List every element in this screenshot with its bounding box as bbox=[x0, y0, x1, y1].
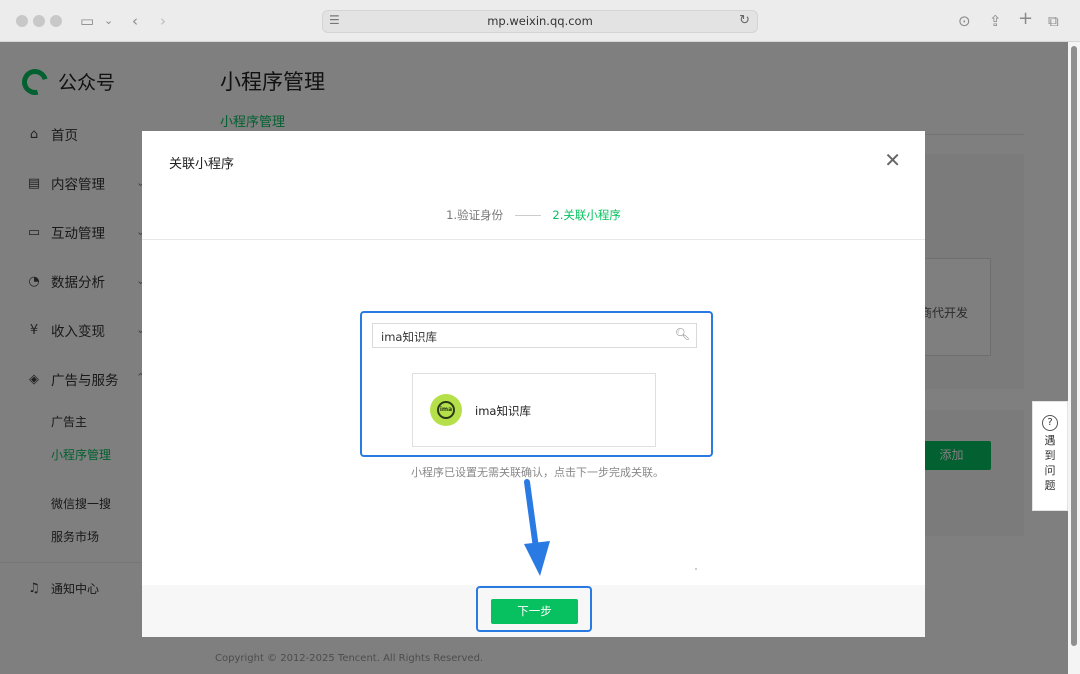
download-icon[interactable]: ⊙ bbox=[958, 11, 971, 31]
new-tab-icon[interactable]: + bbox=[1018, 9, 1033, 29]
help-float-button[interactable]: ? 遇到问题 bbox=[1032, 401, 1068, 511]
chevron-down-icon[interactable]: ⌄ bbox=[104, 11, 113, 31]
question-icon: ? bbox=[1042, 415, 1058, 431]
sidebar-toggle-icon[interactable]: ▭ bbox=[80, 11, 94, 31]
dialog-divider bbox=[142, 239, 925, 240]
tab-overview-icon[interactable]: ⧉ bbox=[1048, 11, 1059, 31]
zoom-window-button[interactable] bbox=[50, 15, 62, 27]
share-icon[interactable]: ⇪ bbox=[989, 11, 1002, 31]
reload-icon[interactable]: ↻ bbox=[739, 13, 750, 28]
url-text: mp.weixin.qq.com bbox=[487, 14, 593, 28]
dialog-title: 关联小程序 bbox=[169, 157, 235, 172]
forward-icon[interactable]: › bbox=[160, 11, 166, 31]
close-icon[interactable]: ✕ bbox=[884, 148, 901, 172]
step-verify-identity: 1.验证身份 bbox=[446, 208, 504, 222]
address-bar[interactable]: ☰ mp.weixin.qq.com ↻ bbox=[322, 10, 758, 33]
arrow-down-icon bbox=[524, 479, 550, 576]
highlight-box-search bbox=[360, 311, 713, 457]
help-float-label: 遇到问题 bbox=[1044, 434, 1056, 492]
page-scrollbar[interactable] bbox=[1068, 42, 1080, 674]
highlight-box-next bbox=[476, 586, 592, 632]
step-connector bbox=[514, 215, 541, 216]
minimize-window-button[interactable] bbox=[33, 15, 45, 27]
back-icon[interactable]: ‹ bbox=[132, 11, 138, 31]
step-link-miniprogram: 2.关联小程序 bbox=[552, 208, 621, 222]
decorative-dot bbox=[695, 568, 697, 570]
scrollbar-thumb[interactable] bbox=[1071, 46, 1077, 646]
stepper: 1.验证身份 2.关联小程序 bbox=[142, 207, 925, 223]
browser-toolbar: ▭ ⌄ ‹ › ☰ mp.weixin.qq.com ↻ ⊙ ⇪ + ⧉ bbox=[0, 0, 1080, 42]
close-window-button[interactable] bbox=[16, 15, 28, 27]
